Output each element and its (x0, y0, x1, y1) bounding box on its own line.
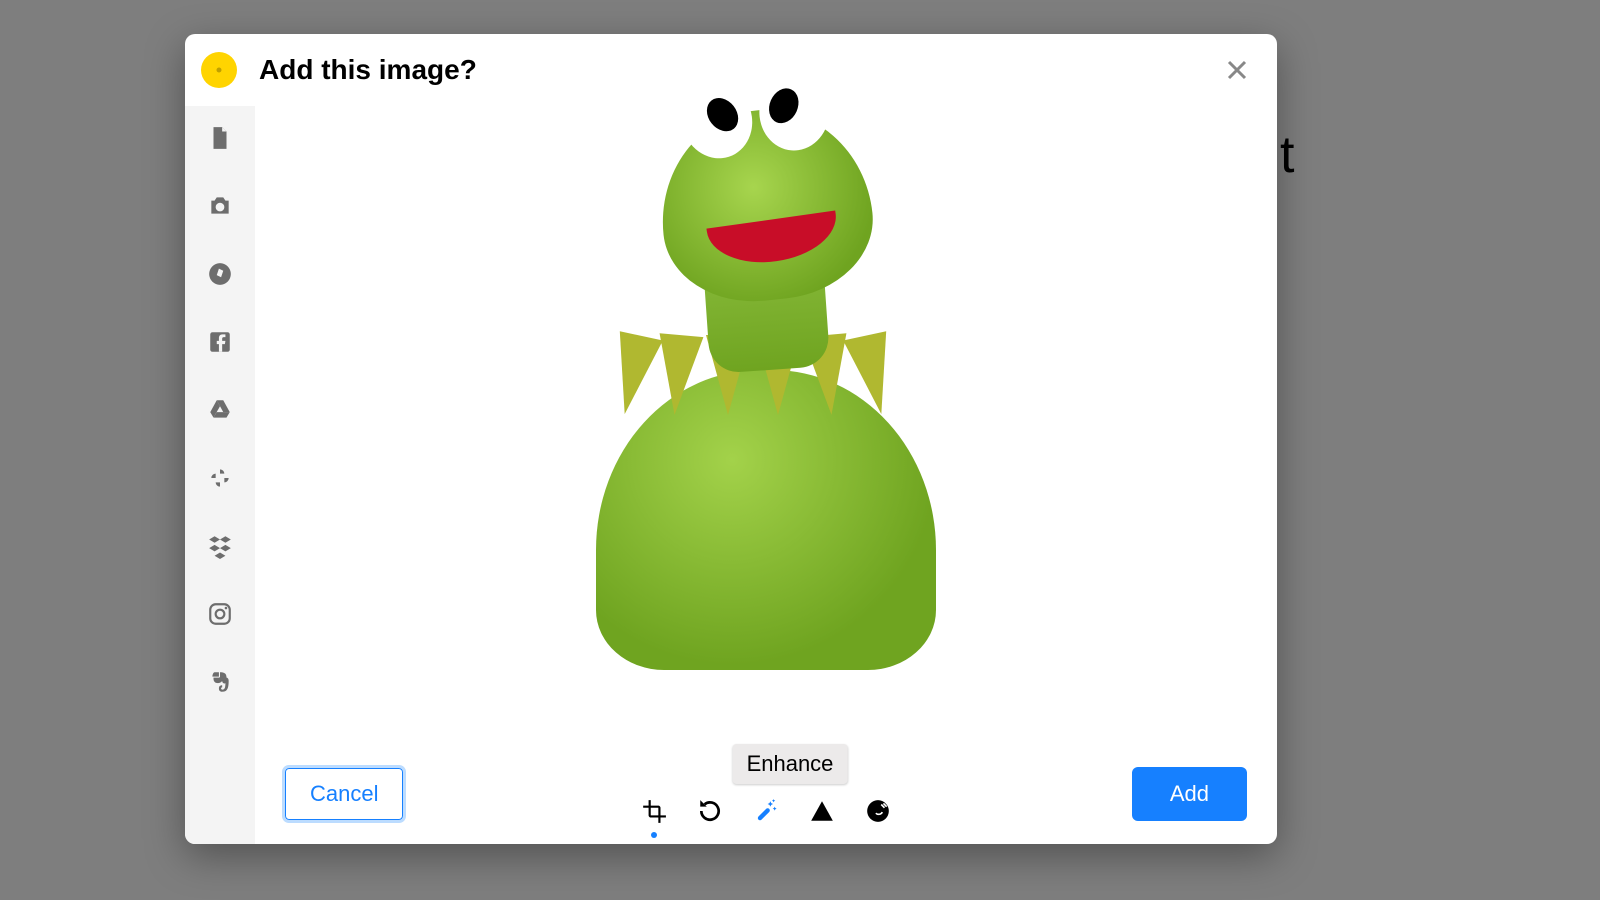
tool-filters[interactable] (807, 796, 837, 826)
rotate-icon (697, 798, 723, 824)
dropbox-icon (207, 533, 233, 559)
sidebar-source-websearch[interactable] (206, 260, 234, 288)
sidebar-source-dropbox[interactable] (206, 532, 234, 560)
image-preview (255, 106, 1277, 744)
close-icon (1225, 58, 1249, 82)
tool-rotate[interactable] (695, 796, 725, 826)
pinwheel-icon (207, 465, 233, 491)
tool-tooltip: Enhance (733, 744, 848, 784)
sidebar-source-evernote[interactable] (206, 668, 234, 696)
sidebar-source-file[interactable] (206, 124, 234, 152)
add-image-modal: Add this image? (185, 34, 1277, 844)
facebook-icon (207, 329, 233, 355)
file-icon (207, 125, 233, 151)
main-panel: Cancel Enhance (255, 106, 1277, 844)
sidebar-source-instagram[interactable] (206, 600, 234, 628)
close-button[interactable] (1217, 50, 1257, 90)
tool-alt-text[interactable] (863, 796, 893, 826)
source-sidebar (185, 106, 255, 844)
evernote-icon (207, 669, 233, 695)
modal-title: Add this image? (259, 54, 1217, 86)
sidebar-source-camera[interactable] (206, 192, 234, 220)
compass-icon (207, 261, 233, 287)
app-logo-icon (201, 52, 237, 88)
tool-enhance[interactable] (751, 796, 781, 826)
background-text-fragment: t (1280, 125, 1294, 185)
alt-text-icon (865, 798, 891, 824)
filters-icon (809, 798, 835, 824)
cancel-button[interactable]: Cancel (285, 768, 403, 820)
camera-icon (207, 193, 233, 219)
crop-icon (641, 798, 667, 824)
preview-image-content (576, 110, 956, 670)
sidebar-source-google-photos[interactable] (206, 464, 234, 492)
sidebar-source-google-drive[interactable] (206, 396, 234, 424)
edit-toolbar (639, 796, 893, 826)
google-drive-icon (207, 397, 233, 423)
modal-footer: Cancel Enhance (255, 744, 1277, 844)
modal-body: Cancel Enhance (185, 106, 1277, 844)
tool-crop[interactable] (639, 796, 669, 826)
sidebar-source-facebook[interactable] (206, 328, 234, 356)
add-button[interactable]: Add (1132, 767, 1247, 821)
instagram-icon (207, 601, 233, 627)
enhance-icon (753, 798, 779, 824)
